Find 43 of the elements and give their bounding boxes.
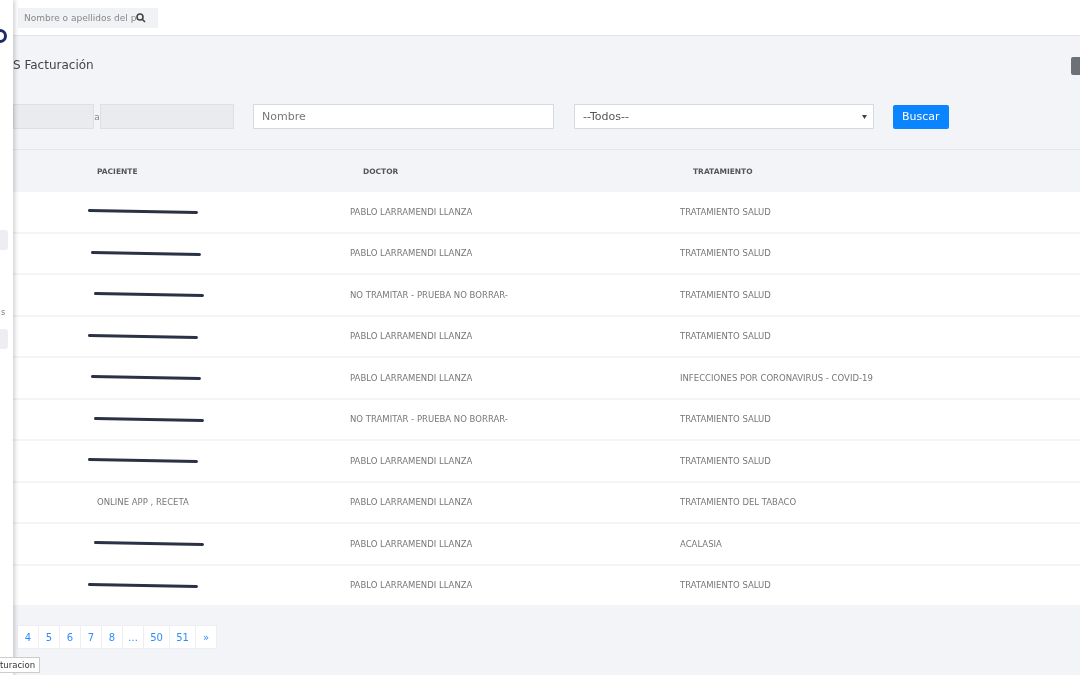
table-cell-text: TRATAMIENTO SALUD: [680, 455, 772, 466]
table-cell-text: PABLO LARRAMENDI LLANZA: [350, 248, 474, 259]
search-icon[interactable]: [136, 12, 146, 23]
page-title: S Facturación: [13, 58, 94, 73]
table-cell-text: NO TRAMITAR - PRUEBA NO BORRAR-: [350, 289, 509, 300]
tooltip: turacion: [0, 657, 41, 673]
page-link[interactable]: 4: [17, 625, 39, 649]
table-cell-text: PABLO LARRAMENDI LLANZA: [350, 331, 474, 342]
logo-drawing: [0, 29, 9, 43]
search-field[interactable]: Nombre o apellidos del p: [18, 7, 158, 28]
toolbar-button[interactable]: [1071, 57, 1080, 75]
table-cell-text: INFECCIONES POR CORONAVIRUS - COVID-19: [680, 372, 874, 383]
table-cell-text: NO TRAMITAR - PRUEBA NO BORRAR-: [350, 414, 509, 425]
date-separator: a: [94, 111, 100, 122]
search-button[interactable]: Buscar: [893, 104, 949, 129]
table-cell-text: PABLO LARRAMENDI LLANZA: [350, 455, 474, 466]
page-link[interactable]: 51: [169, 625, 196, 649]
date-from-field[interactable]: [13, 104, 94, 129]
table-cell-text: TRATAMIENTO SALUD: [680, 414, 772, 425]
table-cell-text: TRATAMIENTO SALUD: [680, 248, 772, 259]
table-cell-text: PABLO LARRAMENDI LLANZA: [350, 206, 474, 217]
table-cell-text: PABLO LARRAMENDI LLANZA: [350, 580, 474, 591]
page-link[interactable]: 8: [101, 625, 123, 649]
table-cell-text: TRATAMIENTO DEL TABACO: [680, 497, 798, 508]
page-link[interactable]: …: [122, 625, 144, 649]
table-cell-text: TRATAMIENTO SALUD: [680, 206, 772, 217]
page-link[interactable]: 50: [143, 625, 170, 649]
table-cell-text: PABLO LARRAMENDI LLANZA: [350, 372, 474, 383]
table-cell-text: TRATAMIENTO SALUD: [680, 580, 772, 591]
table-cell-text: TRATAMIENTO SALUD: [680, 289, 772, 300]
page-link[interactable]: 7: [80, 625, 102, 649]
treatment-select[interactable]: --Todos--: [574, 104, 874, 129]
caret-icon: [862, 114, 867, 119]
page-link[interactable]: 5: [38, 625, 60, 649]
page-link[interactable]: »: [195, 625, 217, 649]
table-cell-text: ONLINE APP , RECETA: [97, 497, 190, 508]
table-cell-text: PABLO LARRAMENDI LLANZA: [350, 497, 474, 508]
name-field[interactable]: Nombre: [253, 104, 554, 129]
sidebar-label: s: [1, 308, 6, 317]
table-cell-text: TRATAMIENTO SALUD: [680, 331, 772, 342]
page-link[interactable]: 6: [59, 625, 81, 649]
table-cell-text: PABLO LARRAMENDI LLANZA: [350, 538, 474, 549]
table-cell-text: ACALASIA: [680, 538, 723, 549]
